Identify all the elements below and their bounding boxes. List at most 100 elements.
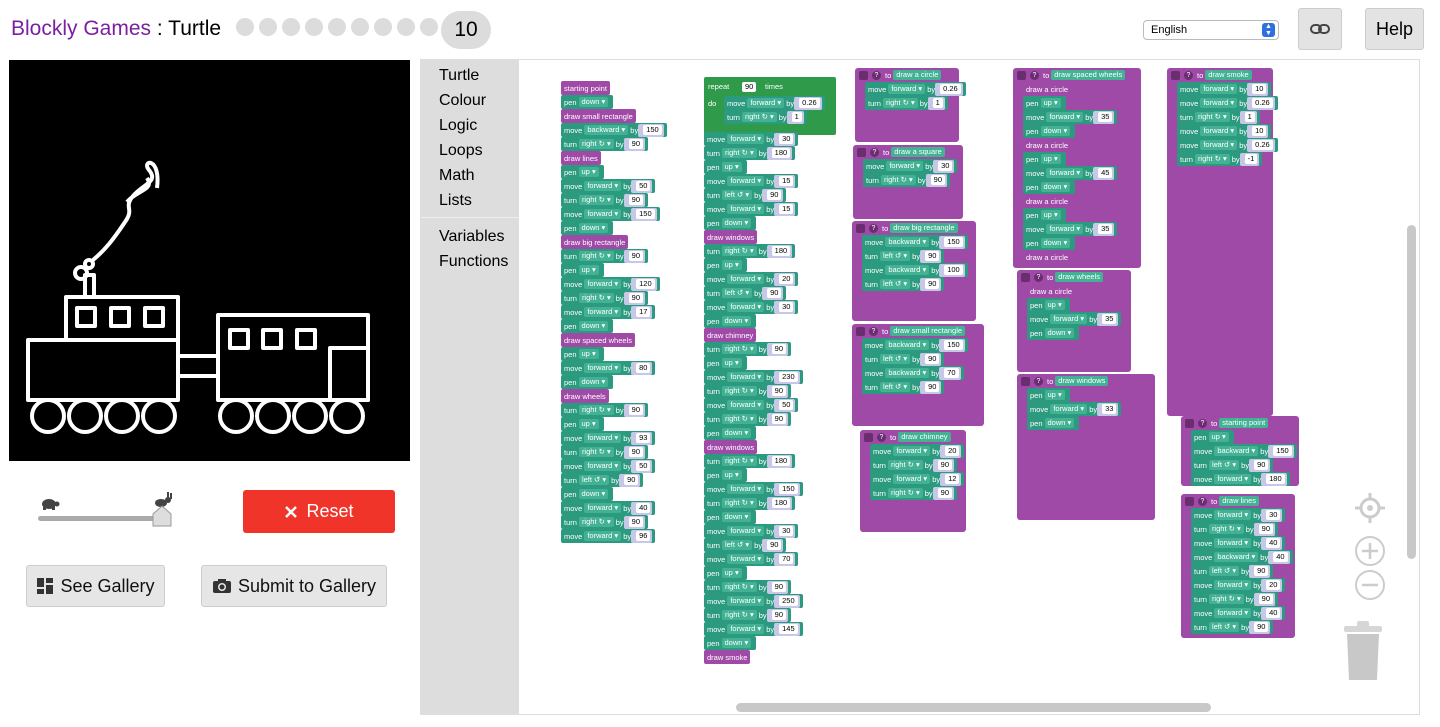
- move-block[interactable]: move forward ▾ by 180: [1191, 472, 1290, 486]
- pen-block[interactable]: pen up ▾: [1023, 96, 1066, 110]
- number-input[interactable]: 93: [636, 433, 651, 443]
- number-input[interactable]: 40: [1273, 552, 1288, 562]
- procedure-name[interactable]: draw windows: [1055, 376, 1109, 386]
- pen-block[interactable]: pen down ▾: [704, 510, 757, 524]
- turn-block[interactable]: turn right ↻ ▾ by 90: [561, 403, 649, 417]
- move-block[interactable]: move forward ▾ by 30: [704, 524, 799, 538]
- call-block[interactable]: draw a circle: [1023, 138, 1072, 152]
- direction-dropdown[interactable]: forward ▾: [584, 279, 622, 289]
- number-input[interactable]: 0.26: [1252, 140, 1273, 150]
- turn-block[interactable]: turn left ↺ ▾ by 90: [1191, 564, 1274, 578]
- toolbox-category-functions[interactable]: Functions: [421, 249, 519, 274]
- pen-dropdown[interactable]: up ▾: [1040, 154, 1061, 164]
- direction-dropdown[interactable]: left ↺ ▾: [879, 382, 911, 392]
- site-title-link[interactable]: Blockly Games: [11, 17, 151, 40]
- call-block[interactable]: draw chimney: [704, 328, 757, 342]
- number-input[interactable]: 90: [925, 251, 940, 261]
- pen-dropdown[interactable]: down ▾: [721, 638, 752, 648]
- move-block[interactable]: move forward ▾ by 20: [1191, 578, 1286, 592]
- direction-dropdown[interactable]: right ↻ ▾: [721, 582, 757, 592]
- direction-dropdown[interactable]: forward ▾: [1050, 314, 1088, 324]
- procedure-name[interactable]: draw a circle: [893, 70, 942, 80]
- turn-block[interactable]: turn left ↺ ▾ by 90: [862, 249, 945, 263]
- number-input[interactable]: 150: [1273, 446, 1292, 456]
- direction-dropdown[interactable]: forward ▾: [727, 372, 765, 382]
- turn-block[interactable]: turn right ↻ ▾ by 90: [863, 173, 951, 187]
- call-block[interactable]: draw lines: [561, 151, 601, 165]
- direction-dropdown[interactable]: forward ▾: [1214, 608, 1252, 618]
- call-block[interactable]: draw smoke: [704, 650, 751, 664]
- gear-icon[interactable]: [1017, 70, 1026, 80]
- move-block[interactable]: move forward ▾ by 20: [870, 444, 965, 458]
- direction-dropdown[interactable]: left ↺ ▾: [879, 279, 911, 289]
- direction-dropdown[interactable]: backward ▾: [885, 265, 930, 275]
- direction-dropdown[interactable]: left ↺ ▾: [721, 190, 753, 200]
- number-input[interactable]: 35: [1098, 112, 1113, 122]
- move-block[interactable]: move forward ▾ by 50: [704, 398, 799, 412]
- call-block[interactable]: draw windows: [704, 230, 758, 244]
- turn-block[interactable]: turn right ↻ ▾ by 1: [724, 110, 807, 124]
- pen-block[interactable]: pen up ▾: [1191, 430, 1234, 444]
- direction-dropdown[interactable]: forward ▾: [727, 134, 765, 144]
- direction-dropdown[interactable]: backward ▾: [1214, 552, 1259, 562]
- move-block[interactable]: move forward ▾ by 12: [870, 472, 965, 486]
- direction-dropdown[interactable]: forward ▾: [727, 554, 765, 564]
- number-input[interactable]: 0.26: [799, 98, 820, 108]
- direction-dropdown[interactable]: forward ▾: [886, 161, 924, 171]
- help-icon[interactable]: ?: [870, 147, 879, 157]
- move-block[interactable]: move forward ▾ by 20: [704, 272, 799, 286]
- call-block[interactable]: draw wheels: [561, 389, 609, 403]
- direction-dropdown[interactable]: right ↻ ▾: [578, 195, 614, 205]
- recenter-icon[interactable]: [1354, 492, 1386, 524]
- pen-block[interactable]: pen down ▾: [1027, 416, 1080, 430]
- number-input[interactable]: 10: [1252, 84, 1267, 94]
- pen-block[interactable]: pen up ▾: [561, 347, 604, 361]
- move-block[interactable]: move forward ▾ by 50: [561, 459, 656, 473]
- pen-dropdown[interactable]: up ▾: [721, 358, 742, 368]
- number-input[interactable]: 10: [1252, 126, 1267, 136]
- level-dot-8[interactable]: [397, 18, 415, 36]
- direction-dropdown[interactable]: forward ▾: [584, 461, 622, 471]
- number-input[interactable]: 0.26: [1252, 98, 1273, 108]
- number-input[interactable]: 15: [779, 176, 794, 186]
- move-block[interactable]: move backward ▾ by 150: [862, 235, 968, 249]
- number-input[interactable]: 90: [937, 460, 953, 470]
- direction-dropdown[interactable]: forward ▾: [888, 84, 926, 94]
- number-input[interactable]: 90: [1258, 594, 1274, 604]
- speed-track[interactable]: [38, 516, 166, 521]
- number-input[interactable]: 35: [1098, 224, 1113, 234]
- direction-dropdown[interactable]: left ↺ ▾: [1208, 622, 1240, 632]
- toolbox-category-loops[interactable]: Loops: [421, 138, 519, 163]
- direction-dropdown[interactable]: right ↻ ▾: [1194, 112, 1230, 122]
- pen-block[interactable]: pen down ▾: [1023, 124, 1076, 138]
- pen-block[interactable]: pen down ▾: [561, 487, 614, 501]
- number-input[interactable]: 0.26: [940, 84, 961, 94]
- direction-dropdown[interactable]: right ↻ ▾: [721, 456, 757, 466]
- direction-dropdown[interactable]: right ↻ ▾: [1194, 154, 1230, 164]
- move-block[interactable]: move forward ▾ by 150: [561, 207, 660, 221]
- pen-dropdown[interactable]: down ▾: [721, 428, 752, 438]
- help-icon[interactable]: ?: [869, 223, 878, 233]
- number-input[interactable]: 180: [771, 148, 791, 158]
- number-input[interactable]: 90: [1258, 524, 1274, 534]
- turn-block[interactable]: turn right ↻ ▾ by 90: [704, 384, 792, 398]
- move-block[interactable]: move forward ▾ by 50: [561, 179, 656, 193]
- turn-block[interactable]: turn right ↻ ▾ by 180: [704, 146, 796, 160]
- turn-block[interactable]: turn left ↺ ▾ by 90: [1191, 620, 1274, 634]
- direction-dropdown[interactable]: forward ▾: [1214, 580, 1252, 590]
- move-block[interactable]: move backward ▾ by 150: [561, 123, 667, 137]
- turn-block[interactable]: turn right ↻ ▾ by 90: [704, 608, 792, 622]
- horizontal-scrollbar[interactable]: [736, 703, 1211, 712]
- move-block[interactable]: move forward ▾ by 0.26: [865, 82, 966, 96]
- reset-button[interactable]: Reset: [243, 490, 395, 533]
- number-input[interactable]: 90: [628, 139, 644, 149]
- blockly-workspace[interactable]: Turtle Colour Logic Loops Math Lists Variable…: [420, 59, 1420, 715]
- pen-block[interactable]: pen up ▾: [704, 356, 747, 370]
- number-input[interactable]: 250: [779, 596, 798, 606]
- procedure-name[interactable]: draw smoke: [1205, 70, 1252, 80]
- direction-dropdown[interactable]: forward ▾: [584, 181, 622, 191]
- number-input[interactable]: 90: [771, 386, 787, 396]
- move-block[interactable]: move forward ▾ by 0.26: [1177, 138, 1278, 152]
- pen-dropdown[interactable]: down ▾: [578, 377, 609, 387]
- turn-block[interactable]: turn left ↺ ▾ by 90: [862, 380, 945, 394]
